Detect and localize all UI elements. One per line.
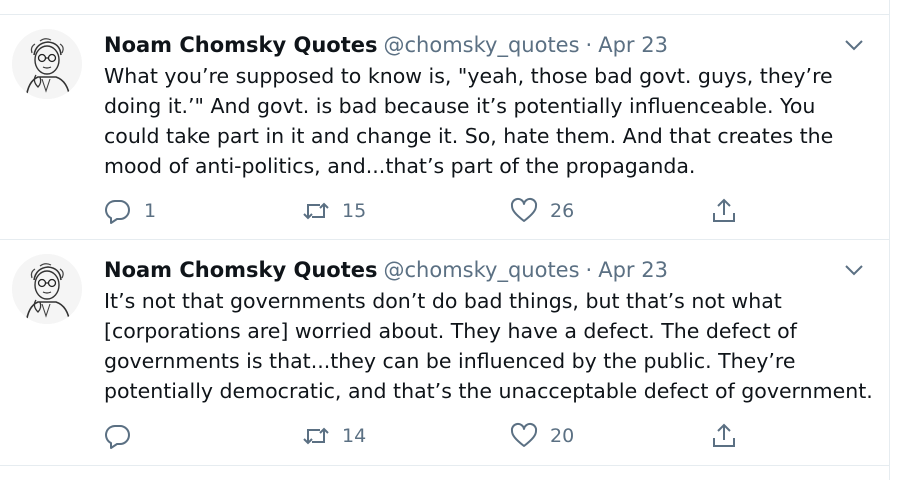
reply-icon	[105, 199, 130, 224]
tweet-date[interactable]: Apr 23	[598, 33, 668, 57]
retweet-count: 15	[342, 200, 367, 222]
avatar[interactable]	[12, 29, 82, 99]
like-button[interactable]: 26	[510, 195, 574, 227]
chevron-down-icon[interactable]	[843, 37, 865, 53]
tweet-text: What you’re supposed to know is, "yeah, …	[104, 64, 840, 178]
tweet-header: Noam Chomsky Quotes @chomsky_quotes · Apr 2…	[104, 31, 668, 59]
share-button[interactable]	[710, 420, 738, 452]
author-name[interactable]: Noam Chomsky Quotes	[104, 33, 378, 57]
avatar-sketch-icon	[12, 254, 82, 324]
like-count: 20	[550, 425, 575, 447]
like-icon	[510, 422, 538, 447]
like-button[interactable]: 20	[510, 420, 574, 452]
tweet-header: Noam Chomsky Quotes @chomsky_quotes · Apr 2…	[104, 256, 668, 284]
tweet-actions: 14 20	[104, 420, 754, 452]
retweet-button[interactable]: 14	[302, 420, 366, 452]
chevron-down-icon[interactable]	[843, 262, 865, 278]
reply-count: 1	[144, 200, 157, 222]
retweet-count: 14	[342, 425, 367, 447]
reply-button[interactable]	[104, 420, 144, 452]
author-handle[interactable]: @chomsky_quotes	[384, 258, 580, 282]
tweet-date[interactable]: Apr 23	[598, 258, 668, 282]
retweet-icon	[303, 202, 329, 220]
like-count: 26	[550, 200, 575, 222]
author-name[interactable]: Noam Chomsky Quotes	[104, 258, 378, 282]
tweet[interactable]: Noam Chomsky Quotes @chomsky_quotes · Apr 2…	[0, 14, 889, 240]
share-icon	[713, 198, 735, 222]
retweet-button[interactable]: 15	[302, 195, 366, 227]
author-handle[interactable]: @chomsky_quotes	[384, 33, 580, 57]
avatar[interactable]	[12, 254, 82, 324]
retweet-icon	[303, 427, 329, 445]
reply-icon	[105, 424, 130, 449]
avatar-sketch-icon	[12, 29, 82, 99]
separator-dot: ·	[585, 258, 593, 282]
reply-button[interactable]: 1	[104, 195, 156, 227]
tweet-text: It’s not that governments don’t do bad t…	[104, 289, 873, 403]
separator-dot: ·	[585, 33, 593, 57]
tweet-actions: 1 15 26	[104, 195, 754, 227]
share-button[interactable]	[710, 195, 738, 227]
like-icon	[510, 197, 538, 222]
tweet[interactable]: Noam Chomsky Quotes @chomsky_quotes · Apr 2…	[0, 240, 889, 466]
share-icon	[713, 423, 735, 447]
timeline: Noam Chomsky Quotes @chomsky_quotes · Apr 2…	[0, 0, 890, 480]
